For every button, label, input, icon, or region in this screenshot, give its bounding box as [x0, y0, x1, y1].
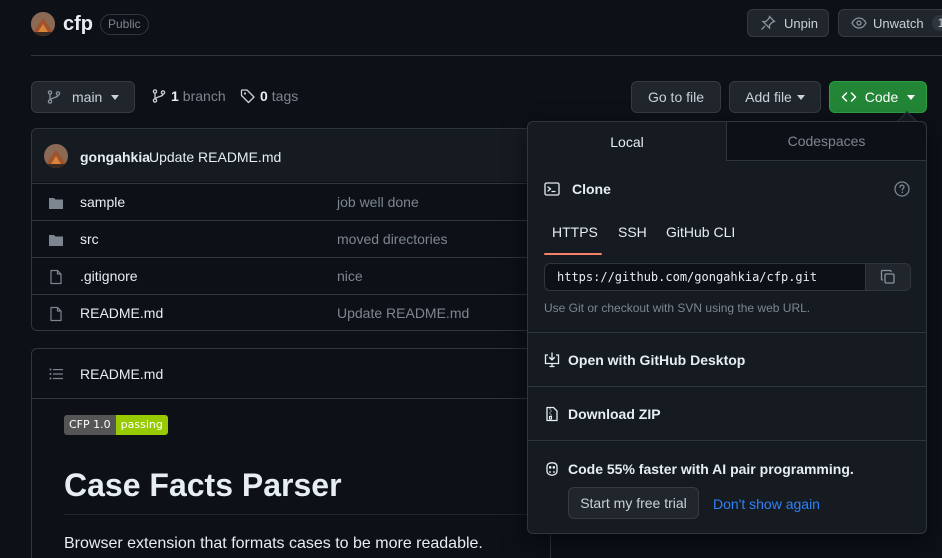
file-row[interactable]: sample job well done [32, 183, 532, 220]
code-button[interactable]: Code [829, 81, 927, 113]
tab-codespaces-label: Codespaces [787, 133, 866, 149]
tag-count: 0 [260, 88, 268, 104]
watch-count: 1 [931, 15, 942, 31]
file-commit-message[interactable]: job well done [337, 194, 419, 210]
add-file-button[interactable]: Add file [729, 81, 821, 113]
readme-filename[interactable]: README.md [80, 366, 163, 382]
repo-avatar[interactable] [31, 12, 55, 36]
code-label: Code [864, 89, 899, 105]
unpin-button[interactable]: Unpin [747, 9, 829, 37]
repo-name[interactable]: cfp [63, 13, 93, 36]
file-zip-icon [544, 406, 560, 422]
help-icon[interactable] [894, 181, 910, 197]
code-dropdown-panel: Local Codespaces Clone HTTPS SSH GitHub … [527, 121, 927, 534]
commit-message[interactable]: Update README.md [149, 149, 281, 165]
file-icon [48, 269, 64, 285]
caret-down-icon [907, 94, 916, 100]
file-name[interactable]: sample [80, 194, 125, 210]
dont-show-again-link[interactable]: Don't show again [713, 496, 820, 512]
tag-icon [240, 88, 256, 104]
clone-url-text: https://github.com/gongahkia/cfp.git [557, 270, 818, 284]
branch-count: 1 [171, 88, 179, 104]
file-row[interactable]: .gitignore nice [32, 257, 532, 294]
readme-header-divider [32, 398, 532, 399]
file-row[interactable]: src moved directories [32, 220, 532, 257]
tag-word: tags [271, 88, 299, 104]
branch-name: main [72, 89, 103, 105]
build-badge[interactable]: CFP 1.0 passing [64, 415, 168, 435]
tab-local[interactable]: Local [528, 122, 727, 161]
unwatch-button[interactable]: Unwatch 1 [838, 9, 942, 37]
readme-description: Browser extension that formats cases to … [64, 535, 483, 552]
readme-title: Case Facts Parser [64, 467, 342, 503]
file-icon [48, 306, 64, 322]
clone-hint: Use Git or checkout with SVN using the w… [544, 301, 811, 315]
start-free-trial-label: Start my free trial [580, 495, 687, 511]
git-branch-icon [46, 89, 62, 105]
code-icon [841, 89, 857, 105]
header-divider [31, 55, 942, 56]
copy-button[interactable] [865, 263, 911, 291]
readme-title-rule [64, 514, 534, 515]
clone-url-field[interactable]: https://github.com/gongahkia/cfp.git [544, 263, 911, 291]
tab-codespaces[interactable]: Codespaces [727, 122, 926, 161]
terminal-icon [544, 181, 560, 197]
list-unordered-icon[interactable] [48, 366, 64, 382]
git-branch-icon [151, 88, 167, 104]
tab-https[interactable]: HTTPS [544, 220, 602, 255]
visibility-badge: Public [100, 14, 149, 35]
copy-icon [880, 269, 896, 285]
file-commit-message[interactable]: moved directories [337, 231, 448, 247]
badge-label: CFP 1.0 [64, 415, 116, 435]
file-row[interactable]: README.md Update README.md [32, 294, 532, 331]
commit-author-avatar[interactable] [44, 144, 68, 168]
pin-icon [760, 15, 776, 31]
start-free-trial-button[interactable]: Start my free trial [568, 487, 699, 519]
download-zip-label: Download ZIP [568, 406, 661, 422]
tab-local-label: Local [610, 133, 644, 150]
commit-author[interactable]: gongahkia [80, 149, 150, 165]
unwatch-label: Unwatch [873, 15, 924, 31]
caret-down-icon [796, 94, 805, 100]
caret-down-icon [111, 94, 120, 100]
tags-link[interactable]: 0 tags [240, 88, 298, 104]
branch-selector[interactable]: main [31, 81, 135, 113]
go-to-file-button[interactable]: Go to file [631, 81, 721, 113]
go-to-file-label: Go to file [647, 89, 705, 105]
tab-ssh[interactable]: SSH [618, 224, 647, 240]
unpin-label: Unpin [784, 15, 818, 31]
file-name[interactable]: src [80, 231, 99, 247]
tab-github-cli[interactable]: GitHub CLI [666, 224, 735, 240]
file-commit-message[interactable]: Update README.md [337, 305, 469, 321]
tab-https-label: HTTPS [552, 224, 598, 240]
divider [528, 440, 926, 441]
badge-status: passing [115, 415, 168, 435]
branch-word: branch [182, 88, 226, 104]
clone-title: Clone [572, 181, 611, 197]
branches-link[interactable]: 1 branch [151, 88, 226, 104]
desktop-download-icon [544, 352, 560, 368]
open-with-desktop-label: Open with GitHub Desktop [568, 352, 746, 368]
add-file-label: Add file [745, 89, 792, 105]
folder-icon [48, 195, 64, 211]
download-zip-item[interactable]: Download ZIP [528, 387, 926, 440]
eye-icon [851, 15, 867, 31]
file-name[interactable]: .gitignore [80, 268, 138, 284]
active-tab-underline [544, 253, 602, 255]
file-name[interactable]: README.md [80, 305, 163, 321]
folder-icon [48, 232, 64, 248]
open-with-desktop-item[interactable]: Open with GitHub Desktop [528, 333, 926, 386]
copilot-promo-text: Code 55% faster with AI pair programming… [568, 461, 854, 477]
file-commit-message[interactable]: nice [337, 268, 363, 284]
copilot-icon [544, 461, 560, 477]
